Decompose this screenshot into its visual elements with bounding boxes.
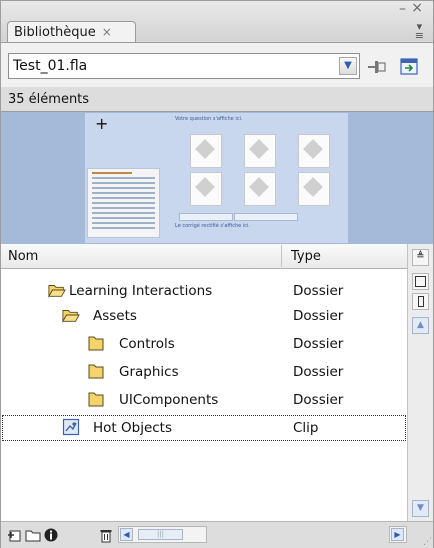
- tab-close-icon[interactable]: ×: [102, 25, 112, 39]
- item-type: Clip: [293, 420, 319, 436]
- item-name: Graphics: [119, 364, 179, 380]
- pin-library-icon[interactable]: [367, 58, 387, 76]
- new-symbol-icon[interactable]: [7, 527, 23, 543]
- library-item-learning-interactions[interactable]: Learning Interactions Dossier: [1, 277, 407, 305]
- column-header: Nom Type: [1, 244, 433, 269]
- preview-pane: + Votre question s'affiche ici. Le corri…: [1, 111, 433, 245]
- folder-icon: [88, 336, 104, 351]
- new-library-panel-icon[interactable]: [399, 57, 419, 77]
- document-row: Test_01.fla ▼: [1, 42, 433, 87]
- item-name: Controls: [119, 336, 175, 352]
- tab-library[interactable]: Bibliothèque ×: [7, 21, 136, 42]
- column-divider[interactable]: [281, 245, 282, 267]
- library-item-uicomponents[interactable]: UIComponents Dossier: [1, 386, 407, 414]
- item-name: Assets: [93, 308, 137, 324]
- item-type: Dossier: [293, 336, 344, 352]
- preview-button: [179, 213, 233, 221]
- scroll-down-icon[interactable]: ▼: [412, 500, 429, 517]
- preview-button: [234, 213, 298, 221]
- column-type[interactable]: Type: [291, 249, 321, 264]
- panel-menu-icon[interactable]: ▾ ≡: [415, 21, 424, 41]
- scroll-thumb[interactable]: |||: [138, 529, 183, 540]
- folder-icon: [88, 392, 104, 407]
- close-icon[interactable]: ×: [411, 0, 423, 16]
- preview-question-text: Votre question s'affiche ici.: [175, 116, 243, 122]
- document-select[interactable]: Test_01.fla ▼: [8, 53, 360, 79]
- item-type: Dossier: [293, 364, 344, 380]
- sort-column-icon[interactable]: ≜: [412, 249, 429, 266]
- horizontal-scrollbar[interactable]: ◀ |||: [118, 526, 207, 543]
- library-panel: Bibliothèque × – × ▾ ≡ Test_01.fla ▼ 35 é…: [0, 0, 434, 548]
- preview-object: [190, 134, 222, 168]
- movie-clip-icon: [62, 418, 80, 436]
- narrow-view-icon[interactable]: [412, 293, 429, 310]
- scroll-up-icon[interactable]: ▲: [412, 317, 429, 334]
- item-name: Hot Objects: [93, 420, 172, 436]
- panel-title-bar: Bibliothèque × – × ▾ ≡: [1, 0, 433, 42]
- tab-label: Bibliothèque: [14, 24, 96, 40]
- library-item-controls[interactable]: Controls Dossier: [1, 330, 407, 358]
- scroll-left-icon[interactable]: ◀: [120, 528, 133, 541]
- item-type: Dossier: [293, 283, 344, 299]
- preview-instructions-card: [87, 168, 160, 238]
- delete-icon[interactable]: [98, 527, 114, 543]
- item-name: Learning Interactions: [69, 283, 213, 299]
- item-type: Dossier: [293, 308, 344, 324]
- bottom-toolbar: ◀ ||| ▶ ⋰: [1, 521, 433, 548]
- preview-object: [298, 134, 330, 168]
- wide-view-icon[interactable]: [412, 273, 429, 290]
- resize-grip-icon[interactable]: ⋰: [423, 537, 432, 547]
- library-item-hot-objects[interactable]: Hot Objects Clip: [1, 414, 407, 442]
- preview-object: [244, 134, 276, 168]
- scroll-right-icon[interactable]: ▶: [391, 528, 404, 541]
- folder-icon: [88, 364, 104, 379]
- item-count: 35 éléments: [1, 87, 433, 111]
- preview-object: [298, 172, 330, 206]
- new-folder-icon[interactable]: [25, 527, 41, 543]
- library-item-graphics[interactable]: Graphics Dossier: [1, 358, 407, 386]
- item-type: Dossier: [293, 392, 344, 408]
- chevron-down-icon[interactable]: ▼: [339, 57, 357, 75]
- item-name: UIComponents: [119, 392, 219, 408]
- preview-feedback-text: Le corrigé rectifié s'affiche ici.: [175, 223, 250, 229]
- document-select-value: Test_01.fla: [13, 58, 88, 74]
- library-list: Learning Interactions Dossier Assets Dos…: [1, 269, 407, 521]
- preview-object: [190, 172, 222, 206]
- properties-icon[interactable]: [43, 527, 59, 543]
- preview-object: [244, 172, 276, 206]
- open-folder-icon: [62, 310, 80, 323]
- open-folder-icon: [48, 285, 66, 298]
- crosshair-cursor-icon: +: [95, 114, 109, 133]
- vertical-scrollbar[interactable]: ≜ ▲ ▼: [407, 244, 433, 521]
- column-name[interactable]: Nom: [8, 249, 38, 264]
- library-item-assets[interactable]: Assets Dossier: [1, 302, 407, 330]
- minimize-icon[interactable]: –: [399, 1, 406, 17]
- horizontal-scrollbar-end[interactable]: ▶: [389, 526, 407, 543]
